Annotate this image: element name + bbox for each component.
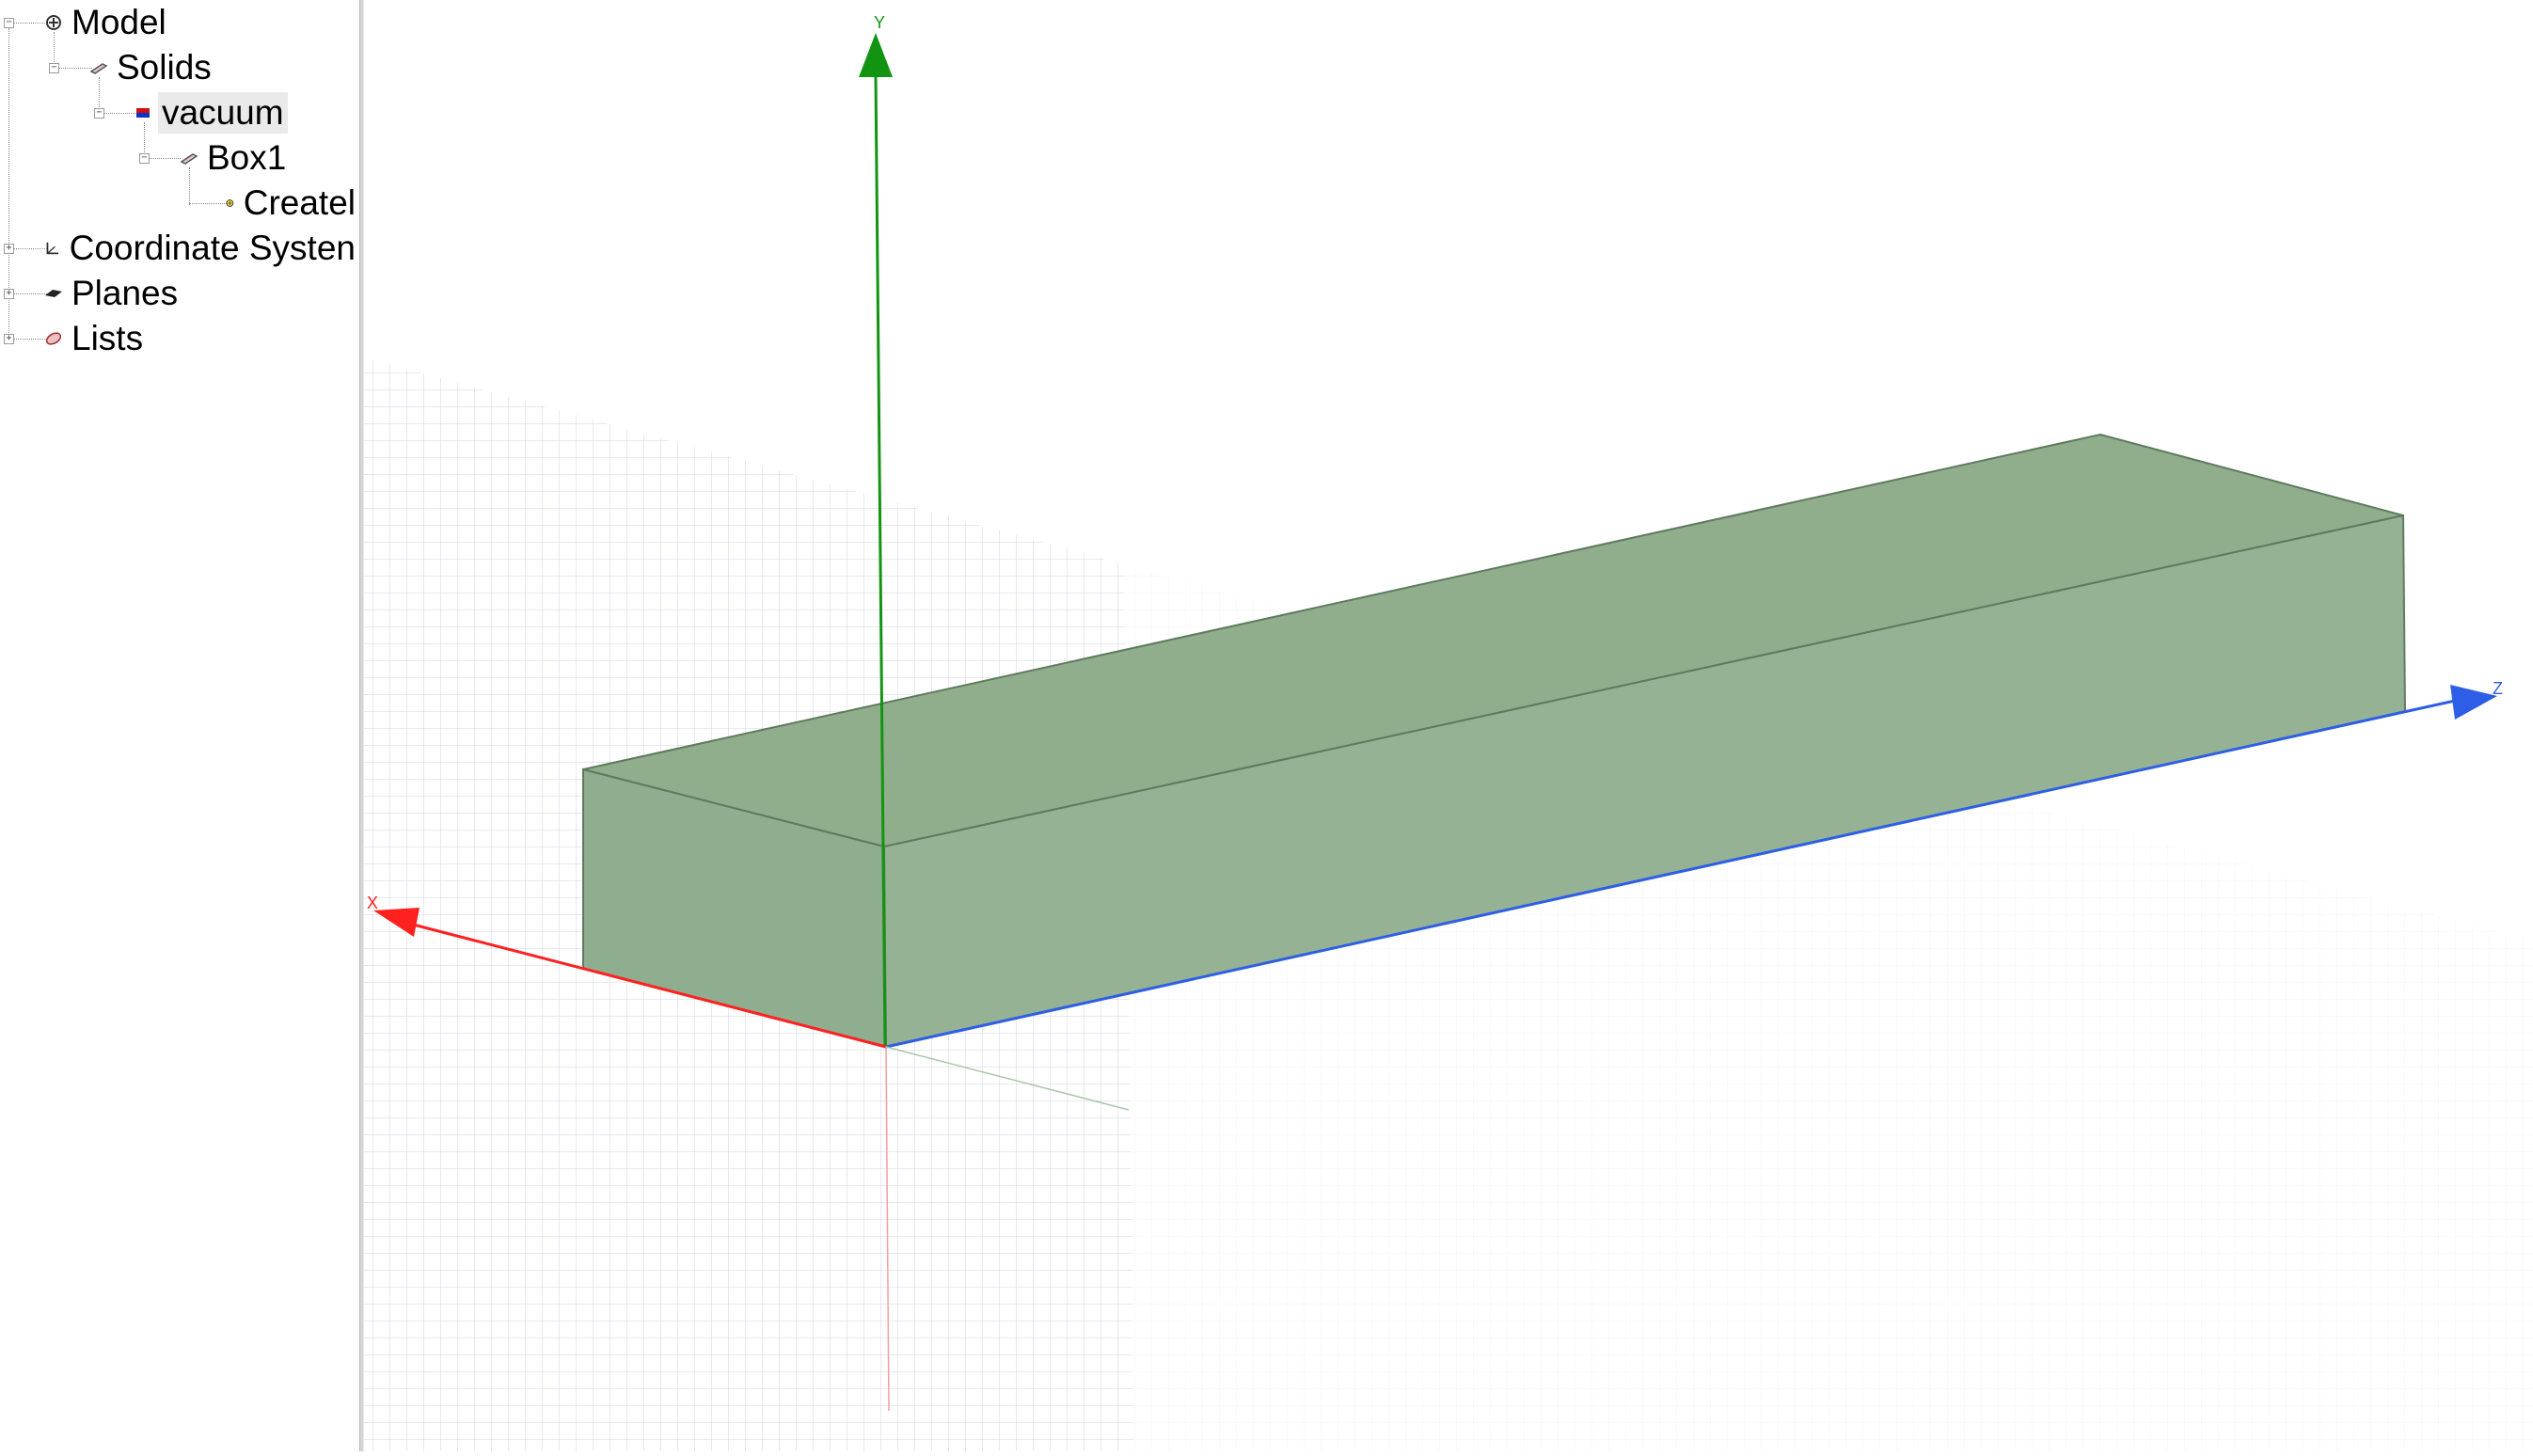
- tree-expander-coordinate-systems[interactable]: +: [4, 244, 14, 254]
- tree-item-vacuum[interactable]: vacuum: [134, 91, 288, 135]
- y-axis-arrow: [859, 33, 893, 77]
- project-tree-panel: − − − − + + + Model Solids vacuum Box1 C…: [0, 0, 359, 1451]
- tree-item-createbox[interactable]: Createl: [224, 182, 359, 225]
- tree-item-label: vacuum: [158, 92, 288, 134]
- create-box-icon: [226, 199, 234, 207]
- planes-icon: [45, 290, 62, 297]
- tree-connector: [13, 293, 47, 294]
- lists-icon: [45, 332, 62, 345]
- tree-connector: [189, 203, 227, 204]
- y-axis-label: Y: [874, 13, 885, 32]
- tree-connector: [13, 248, 47, 249]
- 3d-scene[interactable]: Y Z X: [364, 0, 2533, 1451]
- tree-item-solids[interactable]: Solids: [88, 46, 215, 89]
- tree-expander-solids[interactable]: −: [49, 63, 59, 73]
- tree-connector: [13, 23, 47, 24]
- tree-expander-model[interactable]: −: [4, 18, 14, 28]
- tree-connector: [58, 68, 92, 69]
- tree-item-label: Solids: [117, 48, 212, 87]
- model-icon: [46, 15, 61, 30]
- tree-item-coordinate-systems[interactable]: Coordinate Systen: [43, 227, 359, 270]
- tree-item-planes[interactable]: Planes: [43, 272, 182, 315]
- x-axis-label: X: [367, 894, 378, 912]
- coordinate-system-icon: [46, 242, 59, 255]
- solid-icon: [89, 63, 108, 74]
- z-axis-label: Z: [2493, 679, 2503, 698]
- tree-item-label: Coordinate Systen: [69, 229, 356, 267]
- solid-icon: [180, 153, 198, 165]
- 3d-modeler-viewport[interactable]: Y Z X: [364, 0, 2533, 1451]
- tree-connector: [13, 339, 47, 340]
- tree-item-label: Planes: [71, 274, 179, 312]
- tree-item-label: Box1: [207, 138, 287, 177]
- tree-item-label: Lists: [71, 319, 144, 357]
- tree-expander-planes[interactable]: +: [4, 289, 14, 299]
- tree-item-lists[interactable]: Lists: [43, 317, 147, 360]
- tree-item-label: Model: [71, 3, 166, 41]
- tree-expander-vacuum[interactable]: −: [94, 108, 104, 119]
- tree-item-model[interactable]: Model: [43, 1, 170, 44]
- tree-expander-box1[interactable]: −: [139, 153, 150, 164]
- tree-expander-lists[interactable]: +: [4, 334, 14, 344]
- tree-item-label: Createl: [243, 183, 356, 222]
- tree-connector: [149, 158, 181, 159]
- z-axis-arrow: [2450, 685, 2497, 720]
- tree-connector: [103, 113, 135, 114]
- material-icon: [136, 108, 150, 118]
- tree-item-box1[interactable]: Box1: [179, 136, 290, 180]
